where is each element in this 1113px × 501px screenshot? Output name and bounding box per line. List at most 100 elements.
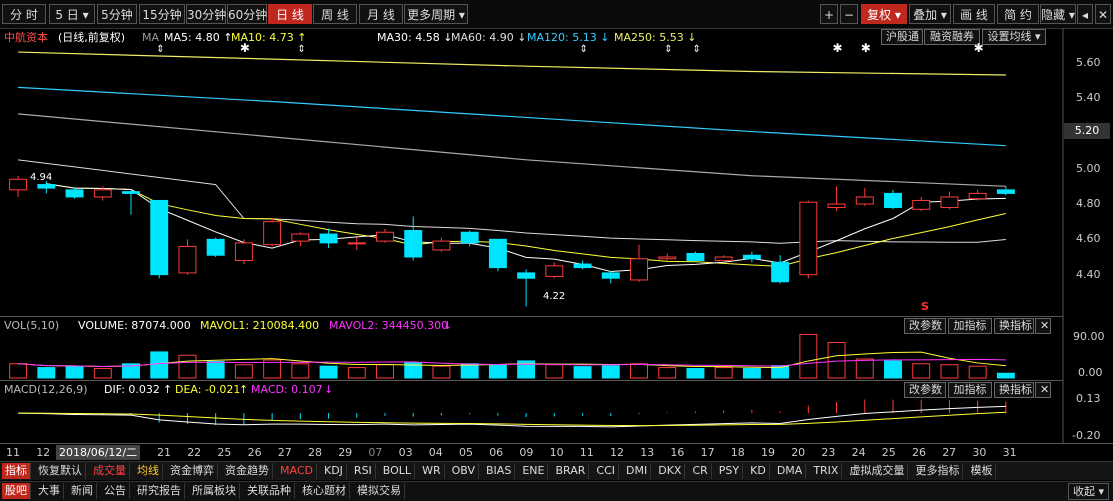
- macd-tick-low: -0.20: [1072, 429, 1101, 442]
- date-tick-26: 20: [791, 446, 806, 459]
- volume-bar-34: [968, 365, 987, 379]
- dif-arrow: ↑: [163, 383, 173, 396]
- tabs1-tab-11[interactable]: OBV: [449, 463, 480, 479]
- tabs1-tab-16[interactable]: DMI: [623, 463, 652, 479]
- candle-body-10: [291, 233, 310, 242]
- volume-separator: [0, 316, 1063, 317]
- volume-bar-7: [206, 360, 225, 379]
- date-tick-11: 29: [338, 446, 353, 459]
- date-tick-28: 24: [851, 446, 866, 459]
- tabs1-tab-20[interactable]: KD: [747, 463, 770, 479]
- candle-body-29: [827, 203, 846, 209]
- collapse-button[interactable]: 收起 ▾: [1068, 483, 1110, 500]
- date-tick-29: 25: [881, 446, 896, 459]
- tabs1-tab-24[interactable]: 更多指标: [912, 463, 964, 479]
- tabs1-tab-25[interactable]: 模板: [967, 463, 997, 479]
- tabs1-tab-2[interactable]: 成交量: [90, 463, 130, 479]
- vol-buttons-1[interactable]: 加指标: [948, 318, 992, 334]
- tabs1-tab-17[interactable]: DKX: [655, 463, 686, 479]
- tabs1-tab-4[interactable]: 资金博弈: [167, 463, 218, 479]
- volume-bar-1: [37, 367, 56, 379]
- indicator-tabs: 指标 恢复默认 成交量 均线 资金博弈 资金趋势 MACD KDJ RSI BOLL WR OBV BI…: [0, 461, 1113, 480]
- date-tick-12: 07: [368, 446, 383, 459]
- ma250-line: [18, 51, 1006, 76]
- tabs1-tab-21[interactable]: DMA: [774, 463, 807, 479]
- tabs1-tab-9[interactable]: BOLL: [380, 463, 416, 479]
- tabs1-tab-23[interactable]: 虚拟成交量: [846, 463, 909, 479]
- tabs2-tab-1[interactable]: 大事: [35, 483, 64, 499]
- volume-bar-3: [93, 368, 112, 379]
- mavol2-arrow: ↓: [443, 319, 453, 332]
- candle-body-32: [912, 199, 931, 210]
- volume-bar-13: [376, 364, 394, 379]
- tabs2-tab-7[interactable]: 核心题材: [299, 483, 350, 499]
- volume-value: VOLUME: 87074.000: [78, 319, 191, 332]
- date-tick-31: 27: [942, 446, 957, 459]
- tabs1-tab-3[interactable]: 均线: [134, 463, 163, 479]
- info-tabs: 股吧 大事 新闻 公告 研究报告 所属板块 关联品种 核心题材 模拟交易: [0, 481, 1113, 501]
- tabs2-tab-5[interactable]: 所属板块: [189, 483, 240, 499]
- volume-bar-35: [996, 372, 1015, 379]
- tabs2-tab-4[interactable]: 研究报告: [134, 483, 185, 499]
- vol-tick-low: 0.00: [1078, 366, 1103, 379]
- volume-bar-0: [9, 363, 28, 379]
- volume-bar-23: [658, 367, 677, 379]
- kline-chart[interactable]: ⇕ ⇕ ⇕ ⇕ ⇕ ✱ ✱ ✱ ✱: [0, 0, 1113, 500]
- tabs2-tab-6[interactable]: 关联品种: [244, 483, 295, 499]
- date-tick-5: 21: [157, 446, 171, 459]
- tabs1-tab-13[interactable]: ENE: [519, 463, 549, 479]
- tabs1-tab-22[interactable]: TRIX: [810, 463, 843, 479]
- star-marker-2: ✱: [861, 41, 871, 55]
- tabs1-tab-8[interactable]: RSI: [351, 463, 376, 479]
- volume-bar-21: [601, 365, 620, 379]
- macd-buttons-0[interactable]: 改参数: [904, 382, 946, 398]
- tabs1-tab-6[interactable]: MACD: [277, 463, 317, 479]
- price-tick-3: 5.00: [1076, 161, 1101, 175]
- candle-body-11: [319, 233, 338, 244]
- current-price-marker: 5.20: [1064, 123, 1110, 139]
- tabs2-tab-3[interactable]: 公告: [101, 483, 130, 499]
- tabs2-tab-8[interactable]: 模拟交易: [354, 483, 405, 499]
- candle-body-22: [630, 258, 648, 281]
- date-tick-10: 28: [308, 446, 322, 459]
- event-marker-1: ⇕: [297, 44, 305, 55]
- date-tick-18: 10: [549, 446, 564, 459]
- candle-body-6: [178, 245, 197, 274]
- candle-body-33: [940, 196, 959, 209]
- tabs1-tab-1[interactable]: 恢复默认: [35, 463, 86, 479]
- volume-bar-19: [545, 364, 564, 379]
- tabs1-tab-10[interactable]: WR: [419, 463, 445, 479]
- candle-body-13: [376, 231, 394, 242]
- tabs1-tab-19[interactable]: PSY: [716, 463, 744, 479]
- date-tick-30: 26: [912, 446, 926, 459]
- macd-tick-high: 0.13: [1076, 392, 1101, 405]
- candle-body-28: [799, 201, 818, 276]
- candle-body-4: [122, 191, 140, 194]
- tabs1-tab-18[interactable]: CR: [689, 463, 712, 479]
- tabs1-tab-7[interactable]: KDJ: [321, 463, 347, 479]
- tabs1-tab-5[interactable]: 资金趋势: [222, 463, 273, 479]
- volume-bar-8: [234, 364, 253, 379]
- volume-bar-20: [573, 366, 592, 379]
- macd-buttons-3[interactable]: ✕: [1035, 382, 1051, 398]
- candle-body-19: [545, 265, 564, 277]
- candle-body-7: [206, 238, 225, 256]
- vol-buttons-0[interactable]: 改参数: [904, 318, 946, 334]
- tabs2-tab-0[interactable]: 股吧: [2, 483, 31, 499]
- volume-bar-26: [742, 368, 761, 379]
- macd-buttons-2[interactable]: 换指标: [994, 382, 1034, 398]
- macd-arrow: ↓: [324, 383, 334, 396]
- tabs2-tab-2[interactable]: 新闻: [68, 483, 97, 499]
- vol-buttons-3[interactable]: ✕: [1035, 318, 1051, 334]
- star-marker-0: ✱: [240, 41, 250, 55]
- date-tick-1: 12: [36, 446, 51, 459]
- dea-arrow: ↑: [239, 383, 249, 396]
- date-tick-14: 04: [428, 446, 443, 459]
- vol-buttons-2[interactable]: 换指标: [994, 318, 1034, 334]
- tabs1-tab-0[interactable]: 指标: [2, 463, 31, 479]
- tabs1-tab-12[interactable]: BIAS: [483, 463, 516, 479]
- tabs1-tab-14[interactable]: BRAR: [552, 463, 590, 479]
- date-tick-19: 11: [579, 446, 594, 459]
- tabs1-tab-15[interactable]: CCI: [593, 463, 619, 479]
- macd-buttons-1[interactable]: 加指标: [948, 382, 992, 398]
